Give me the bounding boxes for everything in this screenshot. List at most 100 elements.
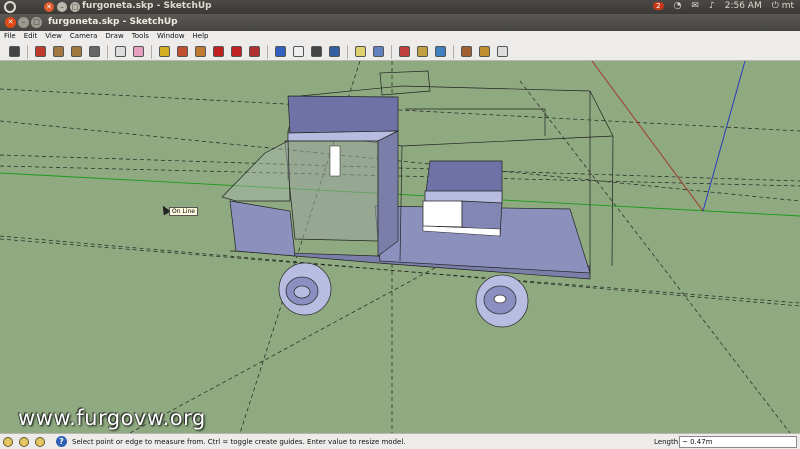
menu-help[interactable]: Help — [189, 31, 213, 43]
eraser-tool-button[interactable] — [130, 44, 147, 60]
tape-measure-tool-icon — [159, 46, 170, 57]
windshield — [221, 140, 291, 202]
send-to-layout-button[interactable] — [494, 44, 511, 60]
move-tool-button[interactable] — [210, 44, 227, 60]
tape-measure-tool-button[interactable] — [156, 44, 173, 60]
google-earth-button[interactable] — [432, 44, 449, 60]
notification-badge[interactable]: 2 — [653, 2, 664, 10]
inference-tooltip: On Line — [169, 207, 198, 216]
zoom-tool-button[interactable] — [308, 44, 325, 60]
rectangle-tool-button[interactable] — [50, 44, 67, 60]
power-icon: ⏻ — [771, 1, 782, 11]
zoom-extents-button[interactable] — [326, 44, 343, 60]
website-watermark: www.furgovw.org — [18, 406, 206, 430]
circle-tool-button[interactable] — [68, 44, 85, 60]
user-icon[interactable] — [35, 437, 45, 447]
arc-tool-button[interactable] — [86, 44, 103, 60]
get-models-button[interactable] — [396, 44, 413, 60]
rotate-tool-button[interactable] — [228, 44, 245, 60]
system-top-panel: ✕ – □ furgoneta.skp - SketchUp 2 ◔ ✉ ♪ 2… — [0, 0, 800, 14]
send-to-layout-icon — [497, 46, 508, 57]
status-message: Select point or edge to measure from. Ct… — [72, 438, 406, 446]
component-window-button[interactable] — [458, 44, 475, 60]
blue-axis — [702, 61, 746, 212]
window-title: furgoneta.skp - SketchUp — [48, 17, 178, 27]
menu-window[interactable]: Window — [153, 31, 189, 43]
cargo-block-front — [422, 200, 463, 228]
make-component-icon — [115, 46, 126, 57]
google-earth-icon — [435, 46, 446, 57]
cabin-back-wall — [377, 130, 399, 257]
paint-bucket-tool-icon — [177, 46, 188, 57]
system-tray: 2 ◔ ✉ ♪ 2:56 AM ⏻ mt — [653, 1, 794, 11]
make-component-button[interactable] — [112, 44, 129, 60]
get-models-icon — [399, 46, 410, 57]
toolbar-separator — [347, 44, 348, 59]
add-location-button[interactable] — [352, 44, 369, 60]
paint-bucket-tool-button[interactable] — [174, 44, 191, 60]
share-model-button[interactable] — [414, 44, 431, 60]
zoom-extents-icon — [329, 46, 340, 57]
clock[interactable]: 2:56 AM — [725, 1, 762, 11]
length-input[interactable]: ~ 0.47m — [679, 436, 797, 448]
select-tool-button[interactable] — [6, 44, 23, 60]
line-tool-icon — [35, 46, 46, 57]
toolbar-separator — [107, 44, 108, 59]
toolbar-separator — [27, 44, 28, 59]
add-location-icon — [355, 46, 366, 57]
ubuntu-logo-icon[interactable] — [4, 1, 16, 13]
offset-tool-icon — [249, 46, 260, 57]
status-bar: ? Select point or edge to measure from. … — [0, 433, 800, 449]
user-name[interactable]: ⏻ mt — [772, 1, 794, 11]
zoom-tool-icon — [311, 46, 322, 57]
menu-file[interactable]: File — [0, 31, 20, 43]
cabin-roof — [287, 95, 399, 134]
cabin-window — [329, 145, 341, 177]
volume-icon[interactable]: ♪ — [709, 1, 715, 11]
cabin-floor — [229, 200, 296, 257]
menu-tools[interactable]: Tools — [128, 31, 153, 43]
panel-app-title: furgoneta.skp - SketchUp — [82, 1, 212, 11]
move-tool-icon — [213, 46, 224, 57]
wifi-icon[interactable]: ◔ — [674, 1, 682, 11]
model-canvas[interactable] — [0, 61, 800, 433]
orbit-tool-button[interactable] — [272, 44, 289, 60]
pan-tool-icon — [293, 46, 304, 57]
window-titlebar[interactable]: ✕ – □ furgoneta.skp - SketchUp — [0, 14, 800, 31]
close-icon[interactable]: ✕ — [44, 2, 54, 12]
component-window-icon — [461, 46, 472, 57]
circle-tool-icon — [71, 46, 82, 57]
main-toolbar — [0, 43, 800, 61]
front-wheel — [278, 262, 332, 316]
toolbar-separator — [267, 44, 268, 59]
geolocation-icon[interactable] — [3, 437, 13, 447]
menu-bar: File Edit View Camera Draw Tools Window … — [0, 31, 800, 43]
toggle-terrain-button[interactable] — [370, 44, 387, 60]
window-maximize-icon[interactable]: □ — [31, 17, 42, 28]
length-label: Length — [654, 438, 679, 446]
minimize-icon[interactable]: – — [57, 2, 67, 12]
credits-icon[interactable] — [19, 437, 29, 447]
get-photo-texture-button[interactable] — [476, 44, 493, 60]
orbit-tool-icon — [275, 46, 286, 57]
menu-camera[interactable]: Camera — [66, 31, 101, 43]
maximize-icon[interactable]: □ — [70, 2, 80, 12]
window-close-icon[interactable]: ✕ — [5, 17, 16, 28]
pan-tool-button[interactable] — [290, 44, 307, 60]
instructor-help-icon[interactable]: ? — [56, 436, 67, 447]
eraser-tool-icon — [133, 46, 144, 57]
window-minimize-icon[interactable]: – — [18, 17, 29, 28]
rectangle-tool-icon — [53, 46, 64, 57]
offset-tool-button[interactable] — [246, 44, 263, 60]
model-viewport[interactable]: On Line www.furgovw.org — [0, 61, 800, 433]
menu-view[interactable]: View — [41, 31, 66, 43]
rear-wheel — [475, 274, 529, 328]
menu-edit[interactable]: Edit — [20, 31, 42, 43]
share-model-icon — [417, 46, 428, 57]
menu-draw[interactable]: Draw — [101, 31, 127, 43]
push-pull-tool-button[interactable] — [192, 44, 209, 60]
arc-tool-icon — [89, 46, 100, 57]
line-tool-button[interactable] — [32, 44, 49, 60]
push-pull-tool-icon — [195, 46, 206, 57]
mail-icon[interactable]: ✉ — [691, 1, 699, 11]
